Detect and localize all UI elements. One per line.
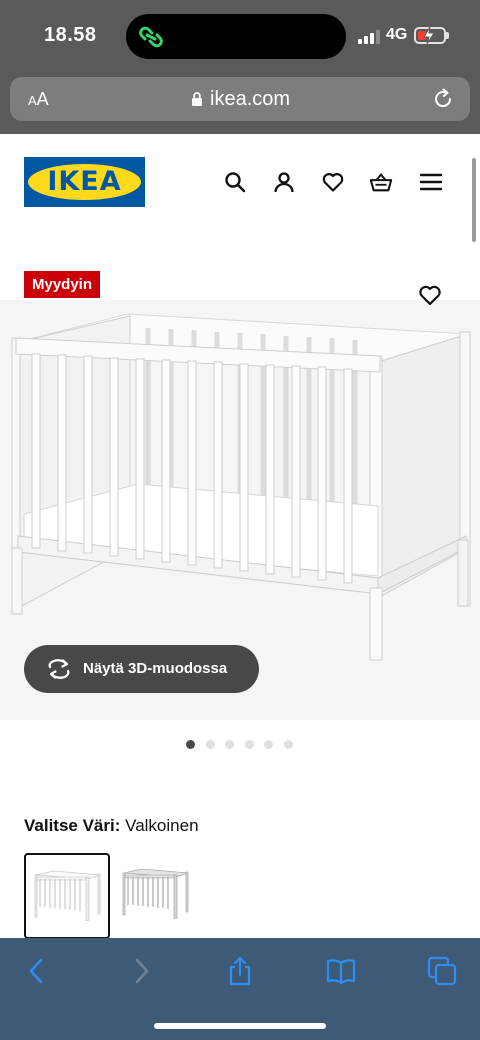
address-bar[interactable]: AA ikea.com bbox=[10, 77, 470, 121]
colour-swatch-white[interactable] bbox=[24, 853, 110, 939]
back-icon[interactable] bbox=[22, 956, 52, 986]
colour-value: Valkoinen bbox=[125, 816, 199, 835]
home-indicator bbox=[154, 1023, 326, 1029]
carousel-dot[interactable] bbox=[205, 740, 215, 749]
carousel-dot[interactable] bbox=[225, 740, 234, 749]
battery-tip bbox=[446, 32, 449, 39]
search-icon[interactable] bbox=[223, 170, 247, 194]
shopping-bag-icon[interactable] bbox=[369, 170, 393, 194]
tabs-icon[interactable] bbox=[427, 956, 457, 986]
carousel-dot[interactable] bbox=[264, 740, 273, 749]
account-icon[interactable] bbox=[272, 170, 296, 194]
product-image-crib bbox=[11, 313, 471, 661]
carousel-dot[interactable] bbox=[244, 740, 254, 749]
charging-bolt-icon bbox=[423, 26, 435, 45]
forward-icon[interactable] bbox=[126, 956, 156, 986]
rotate-3d-icon bbox=[48, 659, 70, 679]
browser-chrome: 18.58 4G AA ikea.com bbox=[0, 0, 480, 134]
ikea-logo[interactable]: IKEA bbox=[24, 157, 145, 207]
add-to-favourites-heart-icon[interactable] bbox=[417, 283, 443, 307]
menu-icon[interactable] bbox=[419, 170, 443, 194]
colour-label: Valitse Väri: bbox=[24, 816, 121, 835]
carousel-dot[interactable] bbox=[186, 740, 195, 749]
page-scroll-indicator bbox=[472, 158, 476, 242]
network-label: 4G bbox=[386, 26, 408, 43]
view-in-3d-button[interactable]: Näytä 3D-muodossa bbox=[24, 645, 259, 693]
swatch-crib-thumbnail bbox=[34, 870, 101, 921]
carousel-dot[interactable] bbox=[283, 740, 293, 749]
dynamic-island bbox=[126, 14, 346, 59]
bookmarks-icon[interactable] bbox=[326, 956, 356, 986]
colour-swatch-grey[interactable] bbox=[114, 853, 200, 939]
bestseller-badge: Myydyin bbox=[24, 271, 101, 298]
reload-icon[interactable] bbox=[431, 87, 455, 111]
favourites-icon[interactable] bbox=[321, 170, 345, 194]
browser-toolbar bbox=[0, 938, 480, 1040]
signal-icon bbox=[358, 30, 380, 44]
colour-selector-heading: Valitse Väri: Valkoinen bbox=[24, 816, 199, 836]
link-app-icon bbox=[139, 26, 163, 48]
lock-icon bbox=[192, 92, 202, 106]
swatch-crib-thumbnail bbox=[122, 868, 189, 919]
url-text[interactable]: ikea.com bbox=[210, 88, 290, 111]
view-in-3d-label: Näytä 3D-muodossa bbox=[83, 660, 228, 677]
share-icon[interactable] bbox=[225, 956, 255, 986]
text-size-button[interactable]: AA bbox=[28, 89, 49, 110]
status-time: 18.58 bbox=[44, 24, 97, 46]
